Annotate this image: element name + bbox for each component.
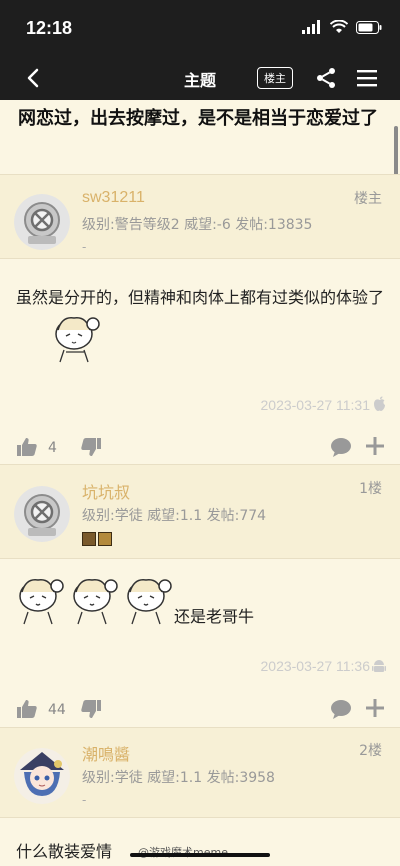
status-time: 12:18: [26, 18, 73, 38]
plus-icon[interactable]: [364, 435, 386, 457]
wifi-icon: [330, 20, 348, 33]
post-timestamp: 2023-03-27 11:36: [260, 658, 371, 674]
op-only-toggle[interactable]: 楼主: [257, 67, 293, 89]
topic-title: 网恋过，出去按摩过，是不是相当于恋爱过了: [18, 108, 378, 129]
post-timestamp: 2023-03-27 11:31: [260, 397, 371, 413]
floor-label: 2楼: [359, 743, 382, 759]
apple-icon: [374, 396, 385, 411]
user-extra: -: [82, 240, 87, 254]
plus-icon[interactable]: [364, 697, 386, 719]
battery-icon: [356, 20, 382, 34]
anime-sticker: [19, 579, 64, 625]
diving-helmet-icon: [14, 194, 70, 250]
divider: [0, 464, 400, 465]
username[interactable]: sw31211: [82, 189, 145, 207]
diving-helmet-icon: [14, 486, 70, 542]
thumbs-down-icon[interactable]: [80, 436, 102, 458]
thumbs-up-icon[interactable]: [16, 698, 38, 720]
user-extra: -: [82, 793, 87, 807]
thumbs-down-icon[interactable]: [80, 698, 102, 720]
nav-title: 主题: [183, 71, 216, 90]
action-bar: 44: [0, 692, 400, 726]
username[interactable]: 潮鳴醬: [82, 741, 130, 765]
divider: [0, 727, 400, 728]
medal-icon: [82, 532, 96, 546]
user-stats: 级别:警告等级2 威望:-6 发帖:13835: [82, 217, 313, 233]
home-indicator[interactable]: [130, 853, 270, 857]
medal-icon: [98, 532, 112, 546]
avatar[interactable]: [14, 194, 70, 250]
divider: [0, 174, 400, 175]
user-badges: [82, 532, 112, 546]
user-stats: 级别:学徒 威望:1.1 发帖:774: [82, 508, 267, 524]
divider: [0, 558, 400, 559]
avatar[interactable]: [14, 486, 70, 542]
divider: [0, 817, 400, 818]
share-icon[interactable]: [314, 66, 338, 90]
menu-icon[interactable]: [356, 67, 378, 89]
divider: [0, 258, 400, 259]
status-icons: [302, 20, 382, 34]
signal-icon: [302, 20, 320, 34]
like-count: 44: [48, 702, 66, 718]
watermark: @游戏魔术meme: [138, 844, 228, 860]
post-body: 还是老哥牛: [174, 607, 255, 626]
anime-sticker-group: [19, 579, 172, 625]
nav-bar: 主题 楼主: [0, 58, 400, 100]
action-bar: 4: [0, 430, 400, 464]
user-stats: 级别:学徒 威望:1.1 发帖:3958: [82, 770, 275, 786]
post-body: 虽然是分开的，但精神和肉体上都有过类似的体验了: [16, 288, 385, 307]
floor-label: 楼主: [354, 191, 382, 207]
floor-label: 1楼: [359, 481, 382, 497]
comment-icon[interactable]: [330, 698, 352, 720]
comment-icon[interactable]: [330, 436, 352, 458]
thumbs-up-icon[interactable]: [16, 436, 38, 458]
status-bar: 12:18: [0, 0, 400, 58]
like-count: 4: [48, 440, 57, 456]
android-icon: [372, 660, 386, 672]
username[interactable]: 坑坑叔: [82, 479, 130, 503]
anime-sticker: [55, 317, 100, 363]
anime-girl-avatar-icon: [14, 748, 70, 804]
avatar[interactable]: [14, 748, 70, 804]
